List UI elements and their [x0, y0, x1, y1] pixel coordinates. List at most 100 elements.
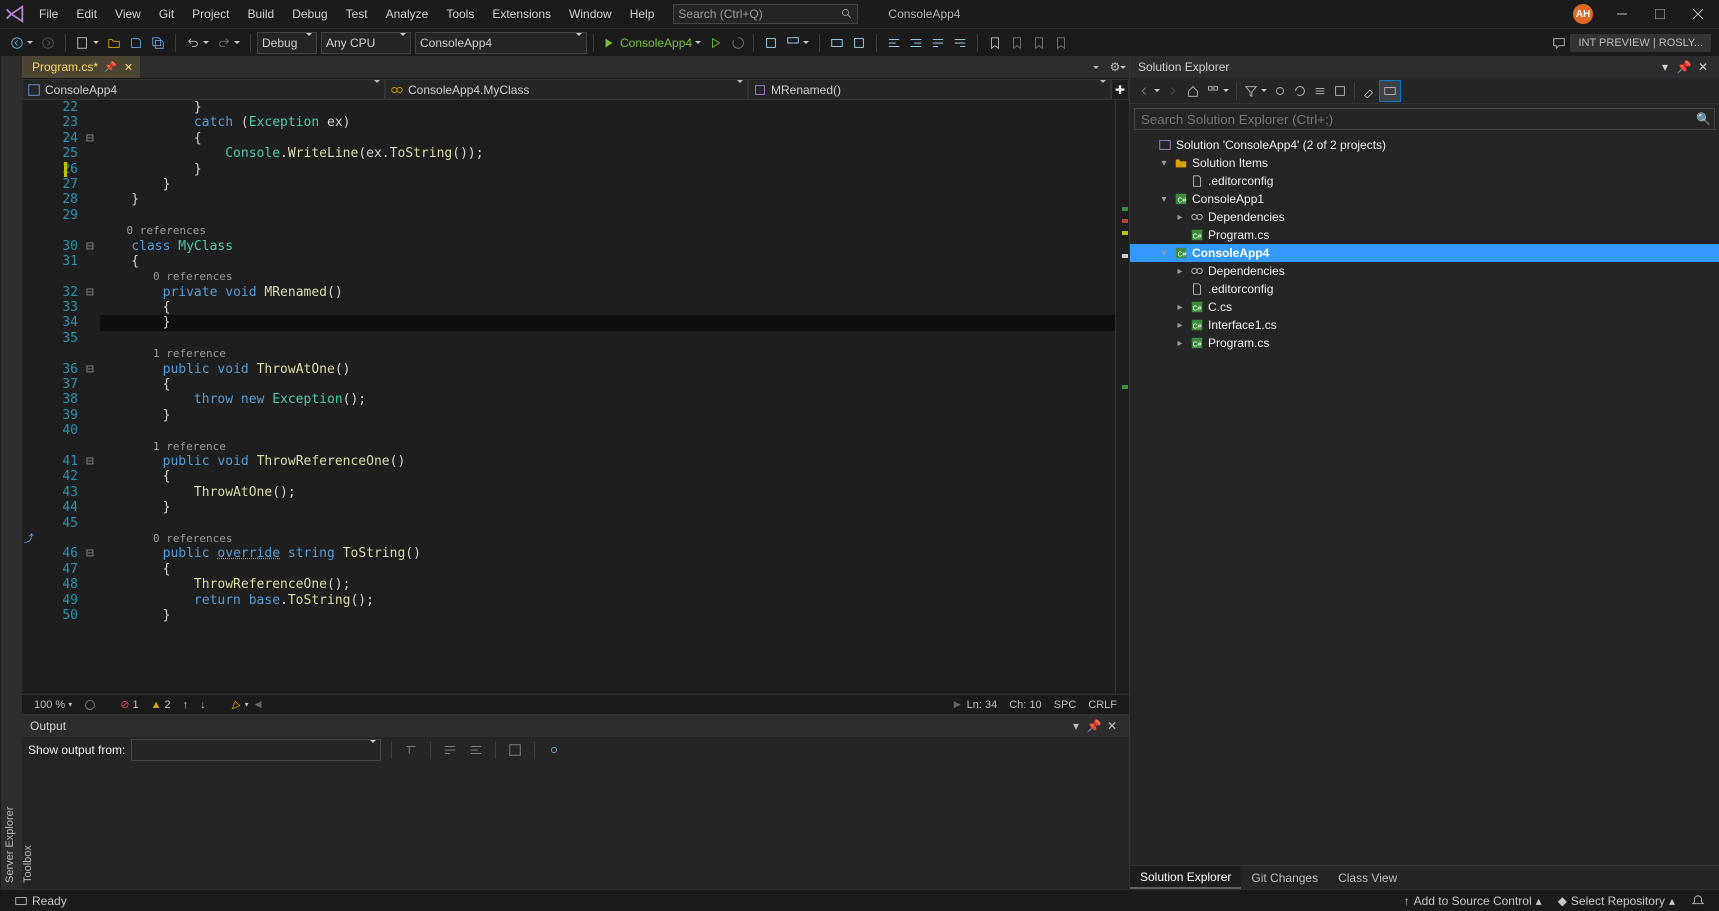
- doc-tabs-settings-button[interactable]: ⚙: [1107, 56, 1129, 78]
- se-search-box[interactable]: 🔍: [1134, 108, 1715, 130]
- whitespace-mode[interactable]: SPC: [1048, 699, 1083, 711]
- bookmark-clear-icon[interactable]: [1050, 32, 1072, 54]
- uncomment-icon[interactable]: [949, 32, 971, 54]
- se-showall-button[interactable]: [1330, 80, 1350, 102]
- forward-button[interactable]: [37, 32, 59, 54]
- bookmark-prev-icon[interactable]: [1006, 32, 1028, 54]
- code-editor[interactable]: ⤴ 22232425262728293031323334353637383940…: [22, 100, 1129, 694]
- menu-file[interactable]: File: [30, 0, 67, 28]
- redo-button[interactable]: [213, 32, 244, 54]
- solution-config-dropdown[interactable]: Debug: [257, 32, 317, 54]
- error-nav-down[interactable]: ↓: [194, 699, 212, 711]
- save-button[interactable]: [125, 32, 147, 54]
- new-project-button[interactable]: [72, 32, 103, 54]
- warning-count[interactable]: ▲2: [145, 699, 177, 711]
- output-wrap-icon[interactable]: [439, 739, 461, 761]
- menu-analyze[interactable]: Analyze: [377, 0, 438, 28]
- close-button[interactable]: [1681, 0, 1715, 28]
- tree-node[interactable]: ▸Dependencies: [1130, 208, 1719, 226]
- tree-node[interactable]: C#Program.cs: [1130, 226, 1719, 244]
- se-search-input[interactable]: [1134, 108, 1715, 130]
- indent-more-icon[interactable]: [905, 32, 927, 54]
- solution-tree[interactable]: Solution 'ConsoleApp4' (2 of 2 projects)…: [1130, 134, 1719, 865]
- menu-extensions[interactable]: Extensions: [483, 0, 560, 28]
- menu-project[interactable]: Project: [183, 0, 238, 28]
- menu-debug[interactable]: Debug: [283, 0, 336, 28]
- eol-mode[interactable]: CRLF: [1082, 699, 1123, 711]
- open-file-button[interactable]: [103, 32, 125, 54]
- code-cleanup-button[interactable]: ▾: [224, 699, 255, 711]
- output-toggle-icon[interactable]: [504, 739, 526, 761]
- start-without-debug-button[interactable]: [705, 32, 727, 54]
- menu-help[interactable]: Help: [621, 0, 664, 28]
- output-source-dropdown[interactable]: [131, 739, 381, 761]
- maximize-button[interactable]: [1643, 0, 1677, 28]
- save-all-button[interactable]: [147, 32, 169, 54]
- feedback-icon[interactable]: [1548, 32, 1570, 54]
- close-tab-icon[interactable]: ✕: [122, 61, 134, 73]
- comment-icon[interactable]: [927, 32, 949, 54]
- pin-icon[interactable]: 📌: [104, 62, 116, 73]
- overview-ruler[interactable]: [1115, 100, 1129, 694]
- step-over-icon[interactable]: [782, 32, 813, 54]
- back-button[interactable]: [6, 32, 37, 54]
- se-fwd-button[interactable]: [1163, 80, 1183, 102]
- doc-tabs-overflow-button[interactable]: [1085, 56, 1107, 78]
- se-home-button[interactable]: [1183, 80, 1203, 102]
- hot-reload-button[interactable]: [727, 32, 749, 54]
- tree-node[interactable]: .editorconfig: [1130, 172, 1719, 190]
- se-sync-button[interactable]: [1270, 80, 1290, 102]
- se-bottom-tab-solution-explorer[interactable]: Solution Explorer: [1130, 866, 1241, 889]
- output-pin-icon[interactable]: 📌: [1085, 717, 1103, 735]
- side-tab-server-explorer[interactable]: Server Explorer: [1, 56, 19, 889]
- minimize-button[interactable]: [1605, 0, 1639, 28]
- nav-split-button[interactable]: ✚: [1111, 79, 1129, 100]
- solution-platform-dropdown[interactable]: Any CPU: [321, 32, 411, 54]
- tree-node[interactable]: ▸C#Interface1.cs: [1130, 316, 1719, 334]
- tree-node[interactable]: ▾C#ConsoleApp4: [1130, 244, 1719, 262]
- error-count[interactable]: ⊘1: [114, 698, 144, 711]
- se-refresh-button[interactable]: [1290, 80, 1310, 102]
- tree-node[interactable]: ▾C#ConsoleApp1: [1130, 190, 1719, 208]
- user-avatar[interactable]: AH: [1573, 4, 1593, 24]
- add-source-control-button[interactable]: ↑ Add to Source Control ▴: [1396, 894, 1550, 908]
- se-filter-button[interactable]: [1241, 80, 1270, 102]
- nav-type-dropdown[interactable]: ConsoleApp4.MyClass: [385, 79, 748, 100]
- se-bottom-tab-class-view[interactable]: Class View: [1328, 866, 1407, 889]
- undo-button[interactable]: [182, 32, 213, 54]
- se-dropdown-icon[interactable]: ▾: [1657, 59, 1673, 75]
- menu-window[interactable]: Window: [560, 0, 621, 28]
- error-nav-up[interactable]: ↑: [177, 699, 195, 711]
- tree-node[interactable]: ▸C#Program.cs: [1130, 334, 1719, 352]
- caret-col[interactable]: Ch: 10: [1003, 699, 1047, 711]
- indent-less-icon[interactable]: [883, 32, 905, 54]
- tb-icon-2[interactable]: [848, 32, 870, 54]
- output-align-icon[interactable]: [465, 739, 487, 761]
- se-preview-button[interactable]: [1379, 80, 1401, 102]
- menu-test[interactable]: Test: [337, 0, 377, 28]
- bookmark-icon[interactable]: [984, 32, 1006, 54]
- se-close-icon[interactable]: ✕: [1695, 59, 1711, 75]
- se-pin-icon[interactable]: 📌: [1676, 59, 1692, 75]
- caret-line[interactable]: Ln: 34: [961, 699, 1004, 711]
- output-dropdown-icon[interactable]: ▾: [1067, 717, 1085, 735]
- search-box[interactable]: Search (Ctrl+Q): [673, 4, 858, 24]
- output-close-icon[interactable]: ✕: [1103, 717, 1121, 735]
- se-views-button[interactable]: [1203, 80, 1232, 102]
- editor-health-icon[interactable]: [78, 699, 102, 711]
- se-properties-button[interactable]: [1359, 80, 1379, 102]
- menu-tools[interactable]: Tools: [437, 0, 483, 28]
- tree-node[interactable]: ▸Dependencies: [1130, 262, 1719, 280]
- tree-node[interactable]: Solution 'ConsoleApp4' (2 of 2 projects): [1130, 136, 1719, 154]
- tree-node[interactable]: ▸C#C.cs: [1130, 298, 1719, 316]
- nav-scope-dropdown[interactable]: ConsoleApp4: [22, 79, 385, 100]
- output-settings-icon[interactable]: [543, 739, 565, 761]
- menu-build[interactable]: Build: [239, 0, 284, 28]
- document-tab[interactable]: Program.cs* 📌 ✕: [22, 56, 140, 78]
- startup-project-dropdown[interactable]: ConsoleApp4: [415, 32, 587, 54]
- select-repo-button[interactable]: ◆ Select Repository ▴: [1550, 894, 1683, 908]
- start-debug-button[interactable]: ConsoleApp4: [598, 32, 705, 54]
- menu-git[interactable]: Git: [150, 0, 183, 28]
- output-clear-icon[interactable]: [400, 739, 422, 761]
- tree-node[interactable]: ▾Solution Items: [1130, 154, 1719, 172]
